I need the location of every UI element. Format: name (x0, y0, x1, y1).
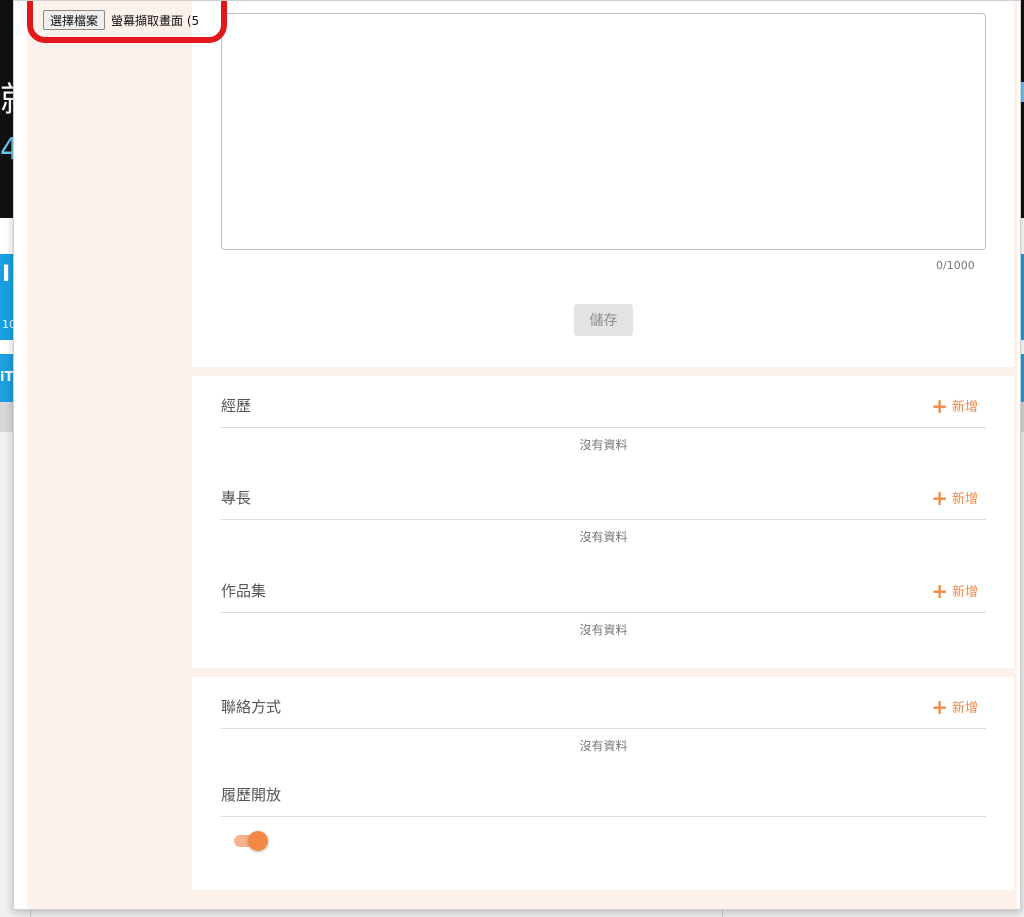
empty-state: 沒有資料 (579, 438, 628, 452)
section-header: 履歷開放 (221, 773, 986, 817)
resume-open-toggle[interactable] (234, 829, 270, 853)
section-header: 專長 + 新增 (221, 476, 986, 520)
section-header: 經歷 + 新增 (221, 384, 986, 428)
section-title: 專長 (221, 489, 252, 507)
about-textarea[interactable] (221, 13, 986, 250)
add-portfolio-button[interactable]: + 新增 (931, 581, 978, 601)
choose-file-button[interactable]: 選擇檔案 (43, 10, 106, 30)
char-count: 0/1000 (936, 259, 975, 272)
empty-state: 沒有資料 (579, 530, 628, 544)
add-label: 新增 (951, 400, 978, 415)
file-name: 螢幕擷取畫面 (5 (111, 13, 200, 28)
plus-icon: + (931, 485, 948, 510)
section-experience: 經歷 + 新增 沒有資料 (221, 384, 986, 453)
about-card: 0/1000 儲存 (192, 1, 1014, 367)
file-input[interactable]: 選擇檔案 螢幕擷取畫面 (5 (43, 9, 199, 31)
add-label: 新增 (951, 585, 978, 600)
section-skills: 專長 + 新增 沒有資料 (221, 476, 986, 545)
resume-editor-content: 0/1000 儲存 經歷 + 新增 沒有資料 專長 + 新增 沒有資料 作品集 … (27, 1, 1017, 909)
add-label: 新增 (951, 492, 978, 507)
toggle-knob (248, 831, 268, 851)
plus-icon: + (931, 393, 948, 418)
add-label: 新增 (951, 701, 978, 716)
resume-editor-window: 0/1000 儲存 經歷 + 新增 沒有資料 專長 + 新增 沒有資料 作品集 … (13, 0, 1021, 910)
section-title: 聯絡方式 (221, 698, 282, 716)
background-glyph: iT (0, 370, 14, 385)
add-skill-button[interactable]: + 新增 (931, 488, 978, 508)
save-button[interactable]: 儲存 (574, 304, 633, 336)
plus-icon: + (931, 578, 948, 603)
section-portfolio: 作品集 + 新增 沒有資料 (221, 569, 986, 638)
section-header: 作品集 + 新增 (221, 569, 986, 613)
section-contact: 聯絡方式 + 新增 沒有資料 (221, 685, 986, 754)
add-contact-button[interactable]: + 新增 (931, 697, 978, 717)
add-experience-button[interactable]: + 新增 (931, 396, 978, 416)
section-header: 聯絡方式 + 新增 (221, 685, 986, 729)
contact-card: 聯絡方式 + 新增 沒有資料 履歷開放 (192, 677, 1014, 890)
section-title: 作品集 (221, 582, 267, 600)
empty-state: 沒有資料 (579, 623, 628, 637)
profile-sections-card: 經歷 + 新增 沒有資料 專長 + 新增 沒有資料 作品集 + 新增 沒有資料 (192, 376, 1014, 668)
section-title: 經歷 (221, 397, 252, 415)
background-glyph: I (2, 262, 11, 287)
section-title: 履歷開放 (221, 786, 282, 804)
section-resume-open: 履歷開放 (221, 773, 986, 817)
plus-icon: + (931, 694, 948, 719)
empty-state: 沒有資料 (579, 739, 628, 753)
